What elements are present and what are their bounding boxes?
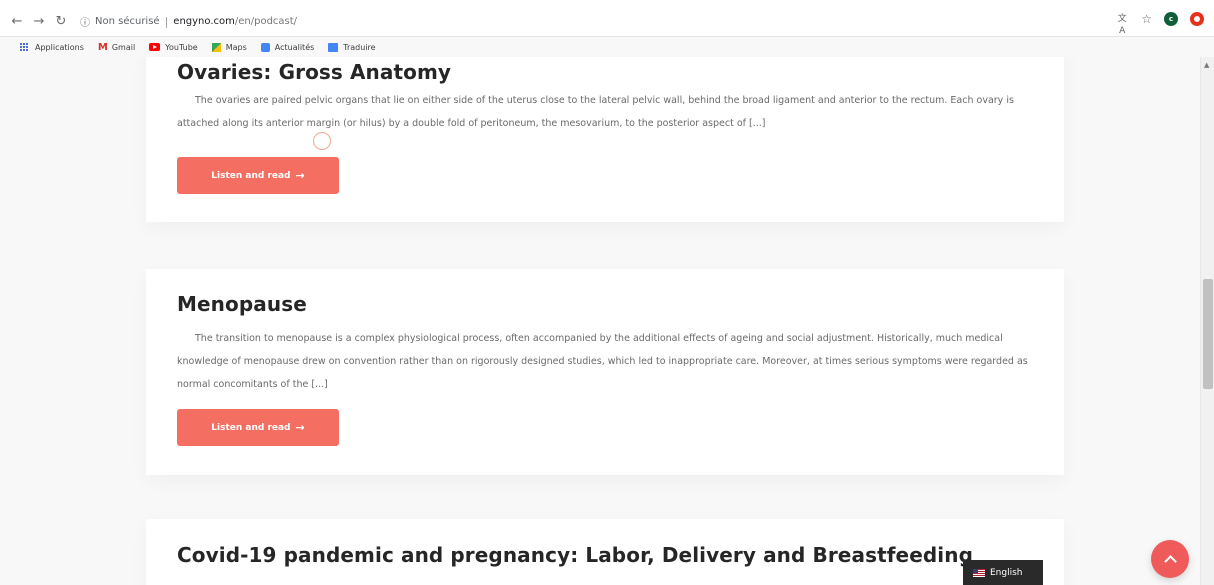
youtube-icon <box>149 43 161 51</box>
bookmark-label: Maps <box>225 42 247 52</box>
address-bar-row: ← → ↻ ⓘ Non sécurisé | engyno.com/en/pod… <box>0 10 1214 32</box>
bookmark-news[interactable]: Actualités <box>260 42 315 52</box>
apps-grid-icon <box>20 42 29 52</box>
post-excerpt: The transition to menopause is a complex… <box>177 333 1028 390</box>
bookmark-label: Applications <box>35 42 84 52</box>
page-content: Ovaries: Gross Anatomy The ovaries are p… <box>0 57 1214 585</box>
security-label: Non sécurisé <box>95 15 160 27</box>
bookmark-youtube[interactable]: YouTube <box>149 43 198 52</box>
us-flag-icon <box>973 568 985 577</box>
bookmark-label: Gmail <box>111 42 136 52</box>
back-arrow-icon[interactable]: ← <box>8 14 26 29</box>
bookmark-label: Actualités <box>274 42 315 52</box>
mouse-cursor-indicator <box>313 132 331 150</box>
post-title[interactable]: Covid-19 pandemic and pregnancy: Labor, … <box>177 543 973 567</box>
bookmark-label: YouTube <box>165 42 198 52</box>
news-icon <box>260 42 270 52</box>
button-label: Listen and read <box>211 422 291 433</box>
post-title[interactable]: Ovaries: Gross Anatomy <box>177 60 451 84</box>
language-label: English <box>990 567 1023 578</box>
arrow-right-icon: → <box>295 169 305 182</box>
browser-toolbar: ← → ↻ ⓘ Non sécurisé | engyno.com/en/pod… <box>0 0 1214 37</box>
bookmark-label: Traduire <box>343 42 376 52</box>
url-path: /en/podcast/ <box>234 15 298 27</box>
maps-icon <box>211 42 221 52</box>
browser-actions: 文A ☆ c <box>1115 12 1204 36</box>
button-label: Listen and read <box>211 170 291 181</box>
bookmark-translate[interactable]: Traduire <box>328 42 376 52</box>
bookmarks-bar: Applications M Gmail YouTube Maps Actual… <box>0 37 1214 57</box>
listen-and-read-button[interactable]: Listen and read → <box>177 157 339 194</box>
bookmark-gmail[interactable]: M Gmail <box>98 42 135 53</box>
url-field[interactable]: ⓘ Non sécurisé | engyno.com/en/podcast/ <box>80 11 297 31</box>
translate-page-icon[interactable]: 文A <box>1115 13 1129 36</box>
extension-icon[interactable] <box>1190 12 1204 26</box>
post-card: Menopause The transition to menopause is… <box>146 269 1064 475</box>
bookmark-maps[interactable]: Maps <box>211 42 247 52</box>
listen-and-read-button[interactable]: Listen and read → <box>177 409 339 446</box>
post-card: Ovaries: Gross Anatomy The ovaries are p… <box>146 57 1064 222</box>
chevron-up-icon <box>1163 554 1177 568</box>
info-icon[interactable]: ⓘ <box>80 14 90 29</box>
url-domain: engyno.com <box>173 15 235 27</box>
page-scrollbar[interactable]: ▲ <box>1200 57 1214 585</box>
back-to-top-button[interactable] <box>1151 540 1189 578</box>
scrollbar-thumb[interactable] <box>1203 279 1213 389</box>
translate-icon <box>328 42 339 52</box>
post-card: Covid-19 pandemic and pregnancy: Labor, … <box>146 519 1064 585</box>
forward-arrow-icon[interactable]: → <box>30 14 48 29</box>
scroll-up-arrow-icon[interactable]: ▲ <box>1204 61 1209 69</box>
arrow-right-icon: → <box>295 421 305 434</box>
profile-avatar-icon[interactable]: c <box>1164 12 1178 26</box>
reload-icon[interactable]: ↻ <box>52 14 70 29</box>
gmail-icon: M <box>97 41 108 53</box>
bookmark-star-icon[interactable]: ☆ <box>1141 12 1152 26</box>
post-title[interactable]: Menopause <box>177 292 307 316</box>
language-switcher[interactable]: English <box>963 560 1043 585</box>
post-excerpt: The ovaries are paired pelvic organs tha… <box>177 95 1014 129</box>
bookmark-applications[interactable]: Applications <box>20 42 84 52</box>
url-separator: | <box>164 14 169 28</box>
